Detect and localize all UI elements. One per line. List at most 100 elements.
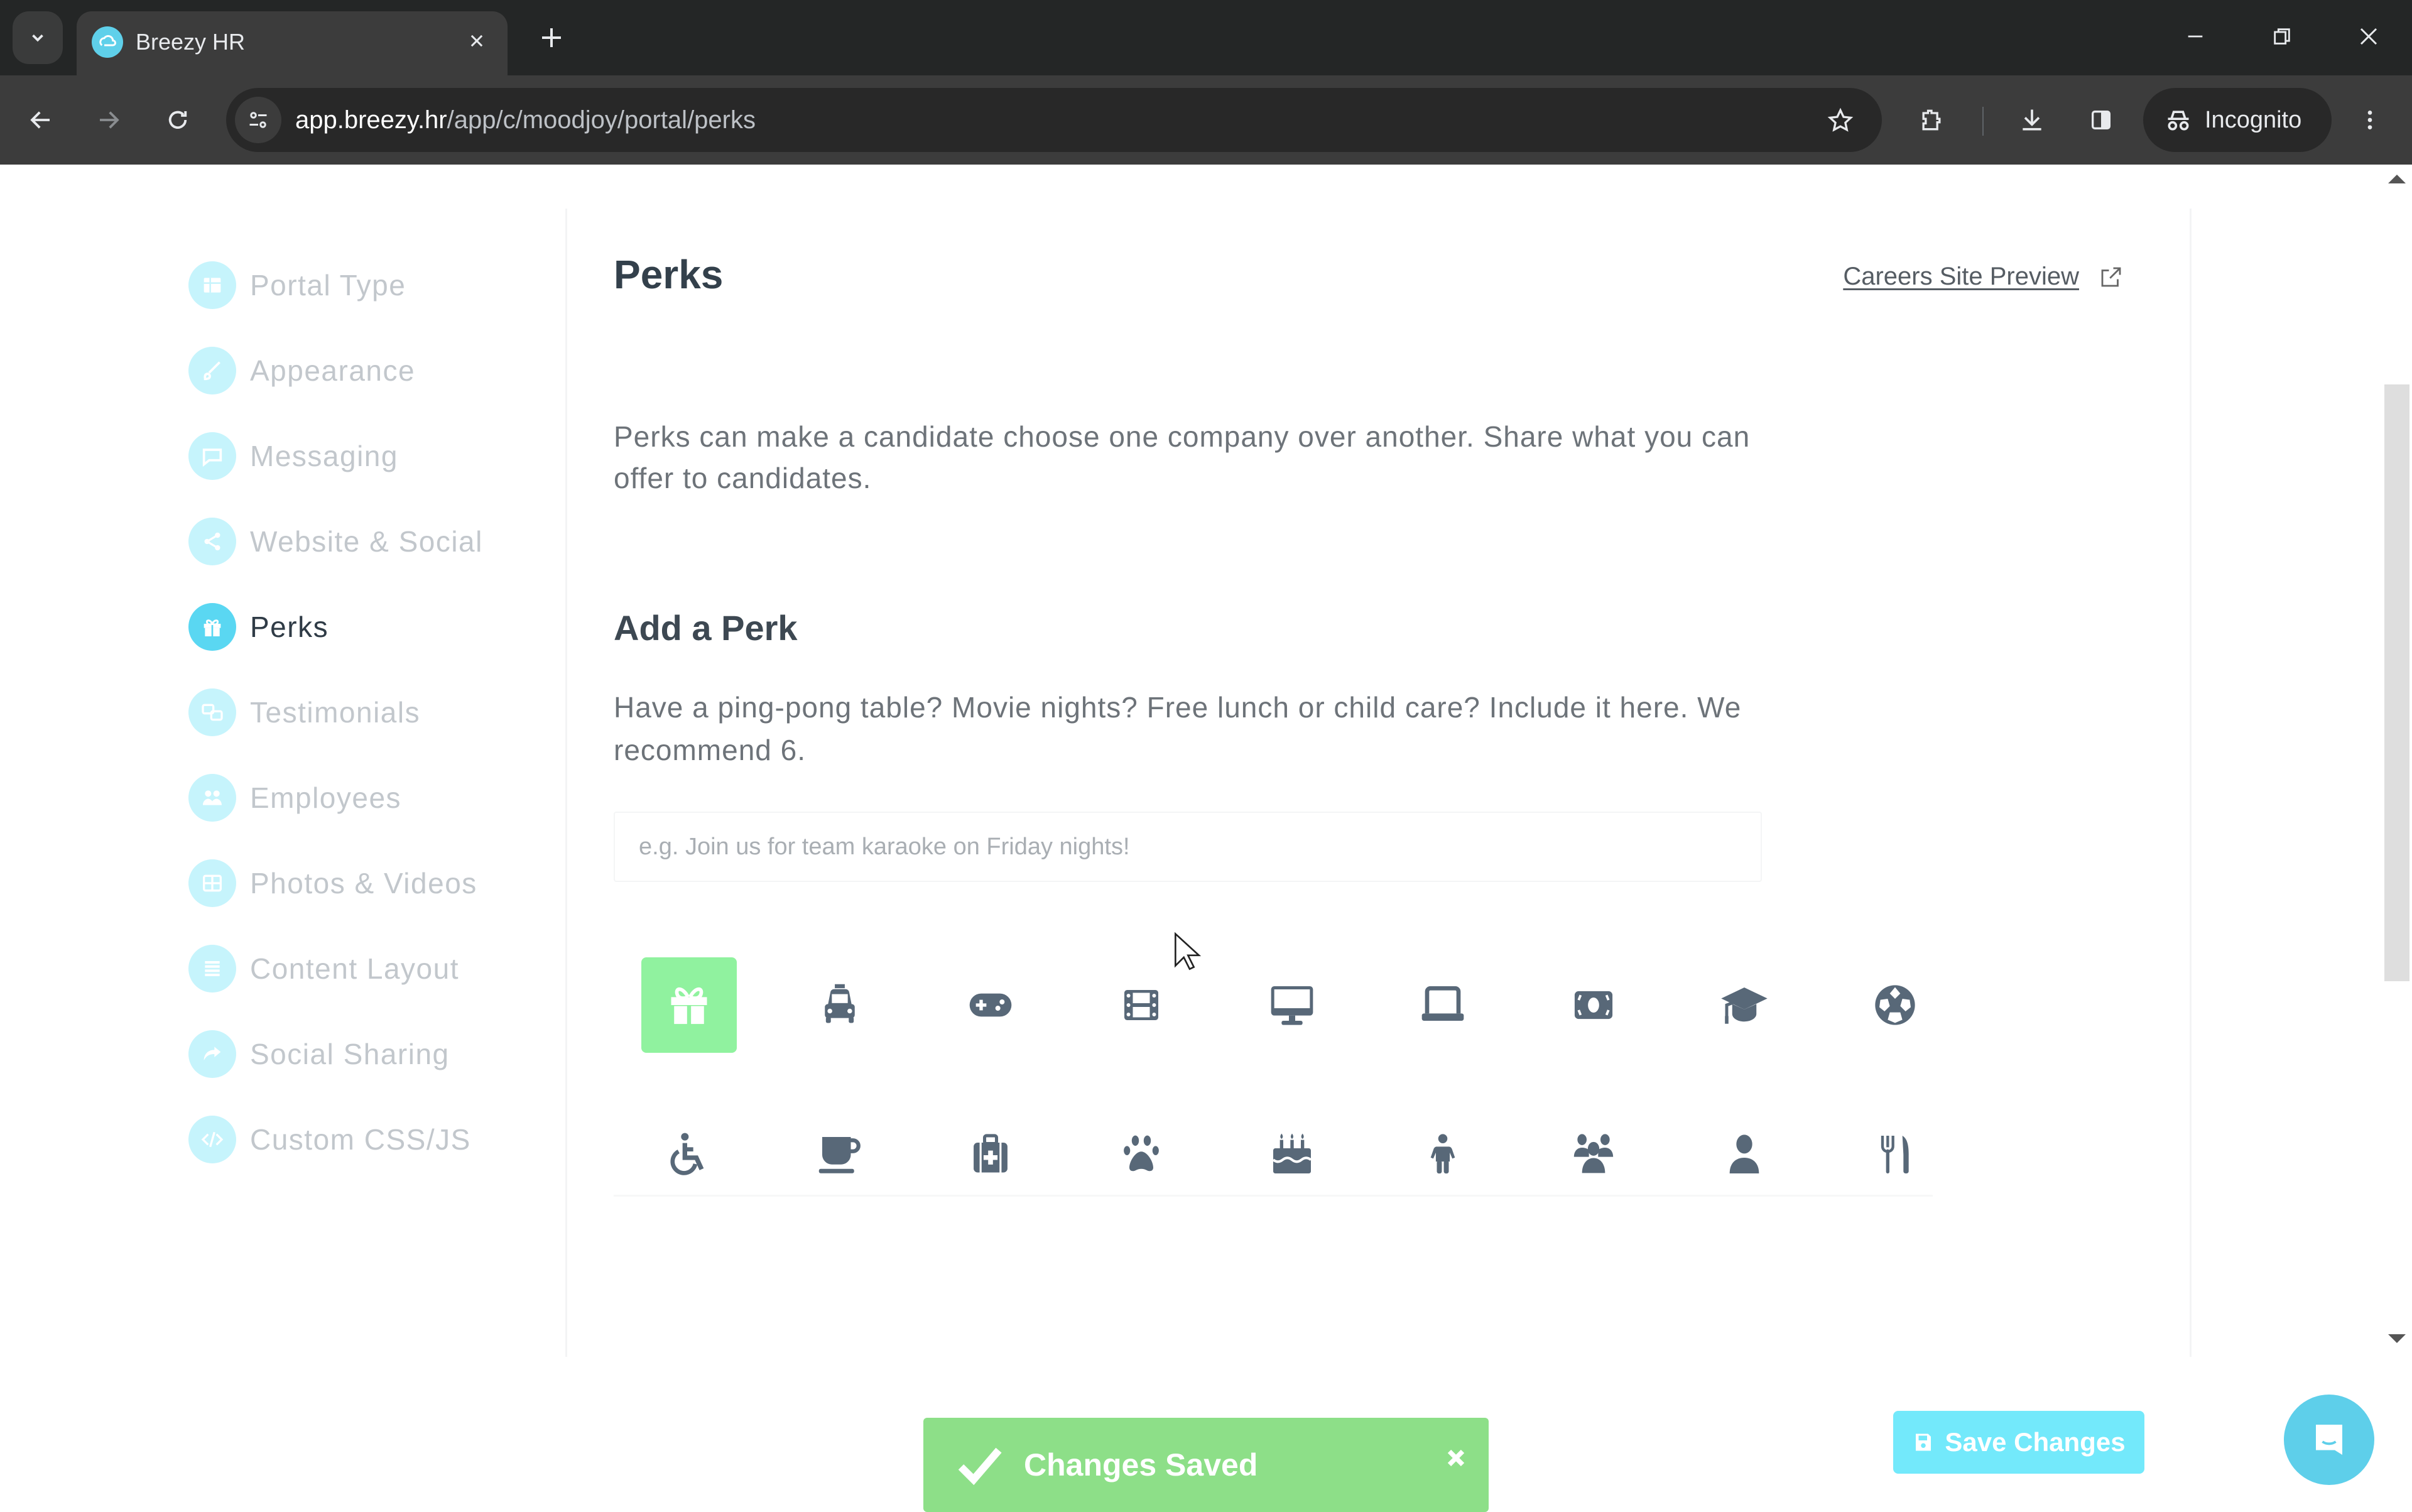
external-link-icon[interactable]: [2098, 264, 2124, 290]
close-icon: [2360, 28, 2377, 45]
side-panel-button[interactable]: [2079, 98, 2123, 142]
new-tab-button[interactable]: [534, 20, 569, 55]
sidebar-item-photos-videos[interactable]: Photos & Videos: [188, 858, 477, 908]
minimize-button[interactable]: [2173, 18, 2217, 55]
wheelchair-icon: [670, 1133, 704, 1175]
paintbrush-icon: [188, 347, 236, 394]
perks-intro-text: Perks can make a candidate choose one co…: [614, 420, 1751, 494]
incognito-icon: [2168, 111, 2189, 131]
perk-icon-option-birthday-cake[interactable]: [1217, 1107, 1367, 1202]
sidebar-label: Photos & Videos: [250, 867, 477, 900]
perk-icon-option-soccer-ball[interactable]: [1820, 957, 1970, 1053]
sidebar-item-appearance[interactable]: Appearance: [188, 345, 415, 396]
sidebar-label: Portal Type: [250, 269, 406, 302]
perk-icon-option-coffee[interactable]: [764, 1107, 915, 1202]
toast-message: Changes Saved: [1024, 1447, 1258, 1482]
icon-row-2: [614, 1107, 1970, 1202]
add-perk-description: Have a ping-pong table? Movie nights? Fr…: [614, 691, 1742, 766]
toast-close-button[interactable]: [1438, 1440, 1474, 1476]
careers-site-preview[interactable]: Careers Site Preview: [1843, 263, 2124, 291]
tab-search-button[interactable]: [13, 11, 63, 64]
graduation-cap-icon: [1721, 987, 1768, 1024]
testimonials-icon: [188, 688, 236, 736]
perk-icon-option-graduation-cap[interactable]: [1669, 957, 1820, 1053]
sidebar-item-content-layout[interactable]: Content Layout: [188, 944, 459, 994]
support-chat-button[interactable]: [2284, 1395, 2374, 1485]
perk-icon-option-gift[interactable]: [614, 957, 764, 1053]
user-icon: [1729, 1134, 1759, 1173]
sidebar-divider: [565, 209, 567, 1357]
money-icon: [1574, 991, 1613, 1020]
sidebar-item-social-sharing[interactable]: Social Sharing: [188, 1029, 450, 1079]
paw-icon: [1124, 1135, 1159, 1172]
sidebar-label: Social Sharing: [250, 1038, 450, 1070]
sidebar-item-employees[interactable]: Employees: [188, 773, 401, 823]
perk-icon-option-laptop[interactable]: [1367, 957, 1518, 1053]
scroll-down-arrow-icon[interactable]: [2387, 1333, 2407, 1346]
save-changes-label: Save Changes: [1945, 1427, 2126, 1457]
sidebar-item-portal-type[interactable]: Portal Type: [188, 260, 406, 310]
laptop-icon: [1421, 986, 1464, 1021]
close-icon: [1447, 1449, 1465, 1467]
reload-button[interactable]: [156, 98, 200, 142]
sidebar-item-testimonials[interactable]: Testimonials: [188, 687, 420, 737]
perk-icon-option-users[interactable]: [1518, 1107, 1669, 1202]
perk-icon-option-child[interactable]: [1367, 1107, 1518, 1202]
sidebar-label: Content Layout: [250, 952, 460, 985]
url-text[interactable]: app.breezy.hr/app/c/moodjoy/portal/perks: [295, 88, 756, 152]
floppy-disk-icon: [1916, 1433, 1931, 1451]
checkmark-icon: [958, 1447, 1002, 1486]
perk-icon-option-wheelchair[interactable]: [614, 1107, 764, 1202]
arrow-right-icon: [100, 111, 119, 129]
toolbar-divider: [1982, 107, 1984, 136]
page-scrollbar[interactable]: [2382, 165, 2412, 1357]
downloads-button[interactable]: [2010, 98, 2054, 142]
address-bar[interactable]: app.breezy.hr/app/c/moodjoy/portal/perks: [226, 88, 1882, 152]
taxi-icon: [825, 984, 855, 1023]
perk-icon-option-utensils[interactable]: [1820, 1107, 1970, 1202]
chat-icon: [2316, 1425, 2342, 1455]
sidebar-item-custom-css-js[interactable]: Custom CSS/JS: [188, 1114, 471, 1165]
forward-button[interactable]: [87, 98, 131, 142]
users-icon: [1573, 1134, 1614, 1173]
minimize-icon: [2188, 35, 2203, 38]
careers-site-preview-link[interactable]: Careers Site Preview: [1843, 263, 2079, 291]
perk-icon-option-desktop[interactable]: [1217, 957, 1367, 1053]
browser-tab-bar: Breezy HR: [0, 0, 2412, 75]
perk-icon-option-medkit[interactable]: [915, 1107, 1066, 1202]
sidebar-label: Testimonials: [250, 696, 421, 729]
perk-icon-option-taxi[interactable]: [764, 957, 915, 1053]
sidebar-item-perks[interactable]: Perks: [188, 602, 329, 652]
restore-button[interactable]: [2260, 18, 2304, 55]
sidebar-label: Website & Social: [250, 525, 483, 558]
url-path: /app/c/moodjoy/portal/perks: [447, 106, 756, 134]
perk-description-input[interactable]: [614, 812, 1762, 882]
scroll-up-arrow-icon[interactable]: [2387, 172, 2407, 185]
page-title: Perks: [614, 252, 724, 297]
incognito-indicator[interactable]: Incognito: [2143, 88, 2332, 152]
browser-tab[interactable]: Breezy HR: [77, 11, 508, 75]
desktop-icon: [1271, 986, 1313, 1025]
scrollbar-thumb[interactable]: [2384, 384, 2409, 981]
browser-menu-button[interactable]: [2348, 98, 2392, 142]
star-icon: [1827, 107, 1854, 132]
close-window-button[interactable]: [2347, 18, 2391, 55]
tab-close-button[interactable]: [461, 25, 492, 57]
bookmark-button[interactable]: [1824, 104, 1857, 137]
page: Portal Type Appearance Messaging Website…: [0, 165, 2412, 1512]
sidebar-label: Employees: [250, 781, 402, 814]
chevron-down-icon: [32, 34, 43, 42]
employees-icon: [188, 774, 236, 822]
sidebar-item-messaging[interactable]: Messaging: [188, 431, 398, 481]
sidebar-item-website-social[interactable]: Website & Social: [188, 516, 483, 567]
back-button[interactable]: [19, 98, 63, 142]
perk-icon-option-user[interactable]: [1669, 1107, 1820, 1202]
save-changes-button[interactable]: Save Changes: [1893, 1411, 2144, 1474]
extensions-button[interactable]: [1910, 98, 1953, 142]
soccer-ball-icon: [1875, 985, 1915, 1025]
perk-icon-option-gamepad[interactable]: [915, 957, 1066, 1053]
site-info-button[interactable]: [235, 97, 281, 143]
puzzle-icon: [1922, 109, 1941, 131]
perk-icon-option-paw[interactable]: [1066, 1107, 1217, 1202]
perk-icon-option-money[interactable]: [1518, 957, 1669, 1053]
